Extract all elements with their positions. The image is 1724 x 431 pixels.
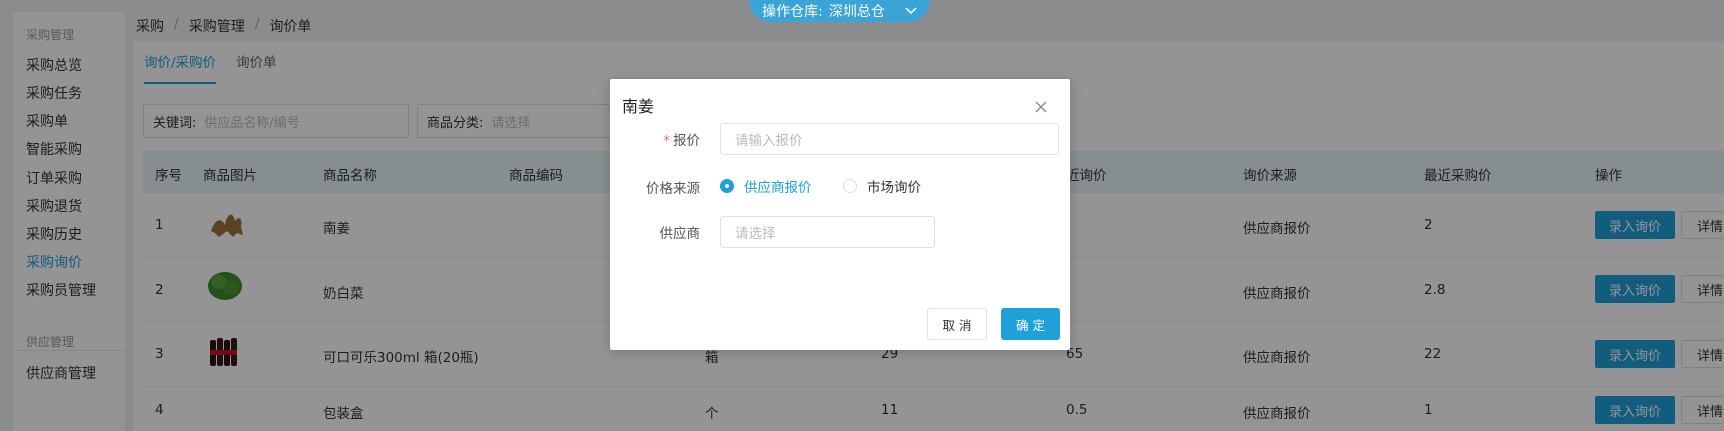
cancel-button[interactable]: 取 消 [927,308,987,340]
source-option-market: 市场询价 [867,180,921,196]
radio-checked-icon [720,179,734,193]
close-icon[interactable] [1035,101,1047,113]
warehouse-value: 深圳总仓 [828,4,885,20]
source-radio-market[interactable]: 市场询价 [843,176,921,196]
price-entry-dialog: 南姜 * 报价 请输入报价 价格来源 供应商报价 市场询价 供应商 请选择 取 消… [610,79,1070,350]
source-radio-supplier[interactable]: 供应商报价 [720,176,812,196]
confirm-button[interactable]: 确 定 [1001,308,1060,340]
supplier-label: 供应商 [659,226,701,242]
dialog-title: 南姜 [622,97,655,116]
chevron-down-icon [905,4,917,18]
price-label-text: 报价 [673,133,700,149]
warehouse-label: 操作仓库: [762,4,823,20]
required-mark: * [663,133,670,149]
source-label: 价格来源 [646,181,700,197]
price-label: * 报价 [610,129,700,149]
source-option-supplier: 供应商报价 [744,180,812,196]
price-input[interactable]: 请输入报价 [720,123,1059,155]
warehouse-selector[interactable]: 操作仓库: 深圳总仓 [749,0,930,22]
radio-unchecked-icon [843,179,857,193]
supplier-select[interactable]: 请选择 [720,216,935,248]
